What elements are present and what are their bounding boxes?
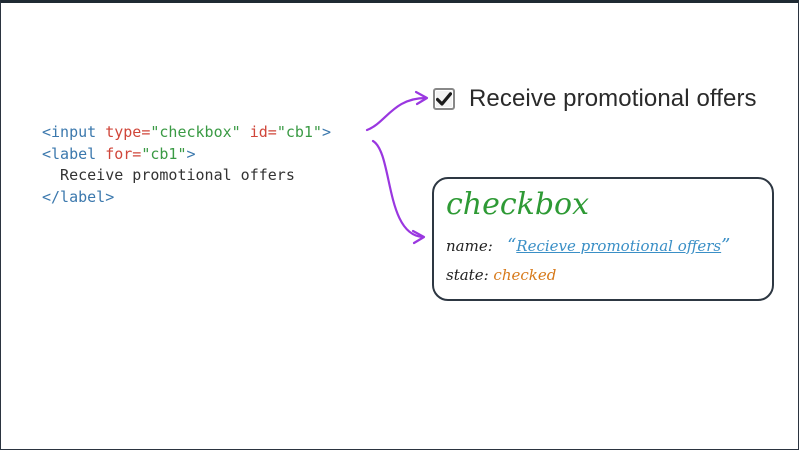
code-line-2: <label for="cb1">	[42, 145, 196, 163]
code-line-1: <input type="checkbox" id="cb1">	[42, 123, 331, 141]
code-attr-type: type=	[105, 123, 151, 141]
code-attr-for: for=	[105, 144, 142, 163]
card-state-row: state: checked	[446, 266, 556, 284]
card-open-quote: “	[507, 235, 517, 256]
code-value-cb1: "cb1"	[276, 123, 322, 141]
code-tag-close: >	[186, 144, 196, 163]
rendered-checkbox[interactable]: Receive promotional offers	[433, 85, 757, 113]
card-name-value: Recieve promotional offers	[516, 237, 722, 255]
checkmark-icon	[436, 92, 452, 106]
card-name-row: name: “Recieve promotional offers”	[446, 235, 730, 256]
code-value-checkbox: "checkbox"	[150, 123, 241, 141]
card-name-label: name:	[446, 237, 493, 255]
html-code-block: <input type="checkbox" id="cb1"> <label …	[42, 122, 331, 208]
card-state-value: checked	[493, 266, 557, 284]
code-line-4: </label>	[42, 187, 115, 206]
code-attr-id: id=	[249, 123, 277, 141]
accessibility-info-card: checkbox name: “Recieve promotional offe…	[432, 177, 774, 301]
code-line-3: Receive promotional offers	[42, 166, 295, 184]
card-role: checkbox	[446, 187, 590, 222]
card-close-quote: ”	[721, 235, 731, 256]
checkbox-box[interactable]	[433, 88, 455, 110]
arrow-to-accessibility-card	[371, 139, 425, 239]
arrowhead-rendered-checkbox	[414, 90, 429, 106]
code-value-for-cb1: "cb1"	[141, 144, 187, 163]
slide: <input type="checkbox" id="cb1"> <label …	[0, 0, 799, 450]
code-tag-label-open: <label	[42, 144, 97, 163]
arrow-to-rendered-checkbox	[365, 96, 428, 132]
arrowhead-accessibility-card	[411, 229, 426, 245]
card-state-label: state:	[446, 266, 489, 284]
code-tag-input-open: <input	[42, 123, 97, 141]
checkbox-label[interactable]: Receive promotional offers	[469, 85, 757, 113]
code-tag-close: >	[321, 123, 331, 141]
